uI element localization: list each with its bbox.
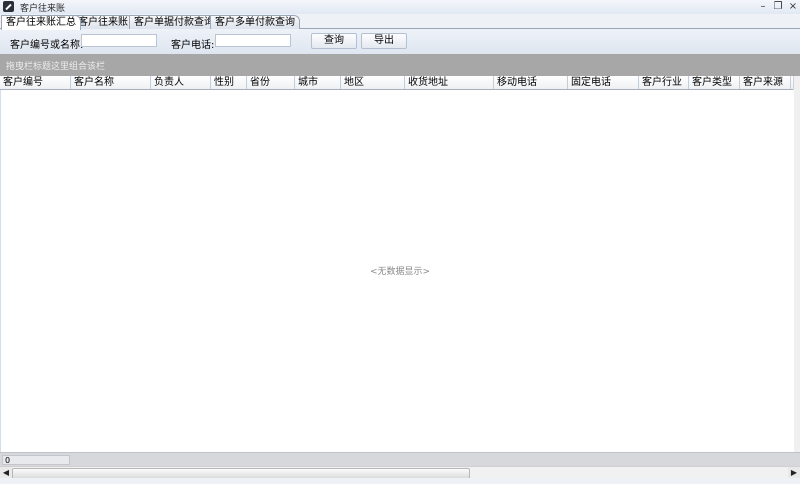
restore-button[interactable]: ❐ <box>771 0 785 13</box>
search-bar: 客户编号或名称: 客户电话: 查询 导出 <box>0 29 800 54</box>
phone-label: 客户电话: <box>171 40 215 51</box>
query-button[interactable]: 查询 <box>311 33 357 49</box>
phone-input[interactable] <box>215 34 291 47</box>
column-header-landline[interactable]: 固定电话 <box>568 76 639 89</box>
column-header-customer-source[interactable]: 客户来源 <box>740 76 791 89</box>
close-button[interactable]: × <box>786 0 800 13</box>
tab-customer-summary[interactable]: 客户往来账汇总 <box>1 15 81 30</box>
tab-customer-accounts[interactable]: 客户往来账 <box>73 15 133 29</box>
column-header-shipping-address[interactable]: 收货地址 <box>405 76 494 89</box>
title-bar: 客户往来账 – ❐ × <box>0 0 800 15</box>
summary-count: 0 <box>2 455 70 465</box>
column-header-region[interactable]: 地区 <box>341 76 405 89</box>
column-header-city[interactable]: 城市 <box>295 76 341 89</box>
app-icon <box>3 1 14 12</box>
customer-label: 客户编号或名称: <box>10 40 84 51</box>
column-header-customer-name[interactable]: 客户名称 <box>71 76 151 89</box>
column-header-gender[interactable]: 性别 <box>211 76 247 89</box>
customer-input[interactable] <box>81 34 157 47</box>
column-header-customer-type[interactable]: 客户类型 <box>689 76 740 89</box>
minimize-button[interactable]: – <box>756 0 770 13</box>
column-header-manager[interactable]: 负责人 <box>151 76 211 89</box>
window-title: 客户往来账 <box>20 4 66 14</box>
column-headers: 客户编号 客户名称 负责人 性别 省份 城市 地区 收货地址 移动电话 固定电话… <box>0 76 793 90</box>
bottom-strip <box>0 478 800 484</box>
column-header-province[interactable]: 省份 <box>247 76 295 89</box>
column-header-industry[interactable]: 客户行业 <box>639 76 689 89</box>
group-panel-hint: 拖曳栏标题这里组合该栏 <box>6 62 106 72</box>
tab-strip: 客户往来账汇总 客户往来账 客户单据付款查询 客户多单付款查询 <box>0 14 800 30</box>
tab-single-payment-query[interactable]: 客户单据付款查询 <box>129 15 219 29</box>
column-header-customer-id[interactable]: 客户编号 <box>0 76 71 89</box>
column-header-mobile-phone[interactable]: 移动电话 <box>494 76 568 89</box>
group-panel[interactable]: 拖曳栏标题这里组合该栏 <box>0 54 800 76</box>
summary-footer: 0 <box>0 452 800 467</box>
tab-multi-payment-query[interactable]: 客户多单付款查询 <box>210 15 300 29</box>
export-button[interactable]: 导出 <box>361 33 407 49</box>
no-data-text: <无数据显示> <box>369 267 431 277</box>
